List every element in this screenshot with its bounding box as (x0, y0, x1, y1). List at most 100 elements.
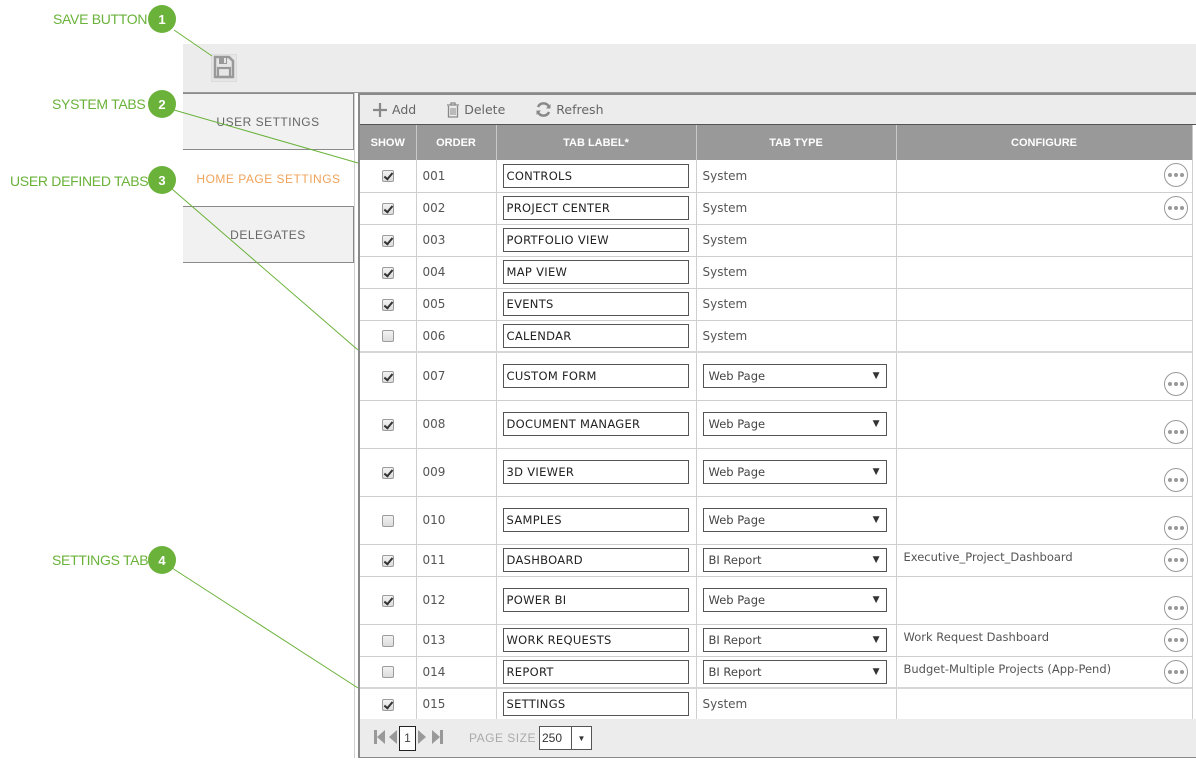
column-header-order[interactable]: ORDER (416, 125, 497, 160)
show-cell (360, 656, 417, 689)
first-page-icon[interactable] (374, 729, 386, 748)
tab-label-input[interactable] (502, 260, 689, 284)
tab-type-select[interactable]: Web Page ▼ (702, 508, 887, 532)
show-cell (360, 624, 417, 657)
tab-type-value: Web Page (708, 417, 766, 431)
tab-type-select[interactable]: Web Page ▼ (702, 588, 887, 612)
more-options-icon[interactable] (1163, 659, 1188, 684)
tab-label-input[interactable] (502, 292, 689, 316)
show-checkbox[interactable] (381, 418, 394, 431)
show-checkbox[interactable] (381, 370, 394, 383)
save-button[interactable] (211, 54, 237, 82)
tab-type-select[interactable]: Web Page ▼ (702, 460, 887, 484)
tab-user-settings[interactable]: USER SETTINGS (183, 93, 354, 150)
next-page-icon[interactable] (417, 729, 426, 748)
chevron-down-icon: ▼ (577, 733, 586, 743)
show-checkbox[interactable] (381, 234, 394, 247)
more-options-icon[interactable] (1163, 371, 1188, 396)
refresh-button[interactable]: Refresh (535, 101, 604, 118)
more-options-icon[interactable] (1163, 467, 1188, 492)
tab-label-input[interactable] (502, 692, 689, 717)
table-row: 003 System (360, 224, 1193, 257)
tab-label-input[interactable] (502, 508, 689, 532)
order-cell: 010 (416, 496, 497, 545)
column-header-show[interactable]: SHOW (360, 125, 417, 160)
table-row: 010 Web Page ▼ (360, 496, 1193, 545)
table-row: 014 BI Report ▼ Budget-Multiple Projects (A… (360, 656, 1193, 689)
tab-label-input[interactable] (502, 364, 689, 389)
show-checkbox[interactable] (381, 298, 394, 311)
tab-label-input[interactable] (502, 548, 689, 572)
add-button[interactable]: Add (372, 102, 416, 118)
tab-delegates[interactable]: DELEGATES (183, 206, 354, 263)
tab-label-input[interactable] (502, 163, 689, 188)
more-options-icon[interactable] (1163, 515, 1188, 540)
show-checkbox[interactable] (381, 170, 394, 183)
tab-label-input[interactable] (502, 628, 689, 652)
tab-label-input[interactable] (502, 412, 689, 436)
tab-type-select[interactable]: Web Page ▼ (702, 412, 887, 436)
order-cell: 015 (416, 687, 497, 721)
show-checkbox[interactable] (381, 466, 394, 479)
dropdown-arrow-icon: ▼ (872, 555, 880, 565)
dropdown-arrow-icon: ▼ (872, 515, 880, 525)
more-options-icon[interactable] (1163, 163, 1188, 187)
grid-toolbar: Add Delete Refresh (360, 95, 1196, 125)
tab-type-value: BI Report (708, 633, 762, 647)
last-page-icon[interactable] (431, 729, 443, 748)
callout-line-4 (171, 567, 359, 689)
show-checkbox[interactable] (381, 266, 394, 279)
previous-page-icon[interactable] (389, 729, 398, 748)
column-header-configure[interactable]: CONFIGURE (896, 125, 1193, 160)
more-options-icon[interactable] (1163, 195, 1188, 220)
show-checkbox[interactable] (381, 202, 394, 215)
dropdown-arrow-icon: ▼ (872, 635, 880, 645)
configure-cell: Budget-Multiple Projects (App-Pend) (896, 656, 1193, 689)
configure-cell (896, 192, 1193, 225)
column-header-tab-type[interactable]: TAB TYPE (696, 125, 897, 160)
current-page-input[interactable]: 1 (399, 725, 416, 751)
trash-icon (446, 101, 460, 118)
page-size-select[interactable]: 250 ▼ (538, 726, 592, 750)
tab-label-input[interactable] (502, 228, 689, 252)
show-cell (360, 192, 417, 225)
more-options-icon[interactable] (1163, 547, 1188, 572)
more-options-icon[interactable] (1163, 419, 1188, 444)
table-row: 009 Web Page ▼ (360, 448, 1193, 497)
more-options-icon[interactable] (1163, 595, 1188, 620)
tab-label-input[interactable] (502, 588, 689, 612)
pager: 1 PAGE SIZE 250 ▼ (360, 719, 1196, 757)
refresh-label: Refresh (556, 102, 604, 117)
tab-home-page-settings[interactable]: HOME PAGE SETTINGS (183, 150, 354, 207)
show-cell (360, 448, 417, 497)
more-options-icon[interactable] (1163, 627, 1188, 652)
table-row: 012 Web Page ▼ (360, 576, 1193, 625)
show-checkbox[interactable] (381, 554, 394, 567)
tab-label-cell (496, 656, 697, 689)
delete-button[interactable]: Delete (446, 101, 505, 118)
tab-type-text: System (702, 201, 748, 215)
table-row: 015 System (360, 687, 1193, 721)
callout-label-save-button: SAVE BUTTON (53, 11, 148, 27)
configure-value: Work Request Dashboard (903, 629, 1050, 644)
tab-type-select[interactable]: Web Page ▼ (702, 364, 887, 389)
tab-label-input[interactable] (502, 196, 689, 220)
tab-type-select[interactable]: BI Report ▼ (702, 548, 887, 572)
tab-label-cell (496, 192, 697, 225)
dropdown-arrow-icon: ▼ (872, 419, 880, 429)
tab-label-input[interactable] (502, 323, 689, 348)
tab-type-select[interactable]: BI Report ▼ (702, 659, 887, 684)
show-checkbox[interactable] (381, 666, 394, 679)
show-checkbox[interactable] (381, 514, 394, 527)
tab-type-select[interactable]: BI Report ▼ (702, 628, 887, 652)
tab-label-input[interactable] (502, 460, 689, 484)
configure-cell (896, 687, 1193, 721)
column-header-tab-label[interactable]: TAB LABEL* (496, 125, 697, 160)
tab-label-input[interactable] (502, 659, 689, 684)
show-checkbox[interactable] (381, 330, 394, 343)
show-cell (360, 288, 417, 321)
top-toolbar (183, 44, 1196, 93)
show-checkbox[interactable] (381, 594, 394, 607)
show-checkbox[interactable] (381, 698, 394, 711)
show-checkbox[interactable] (381, 634, 394, 647)
